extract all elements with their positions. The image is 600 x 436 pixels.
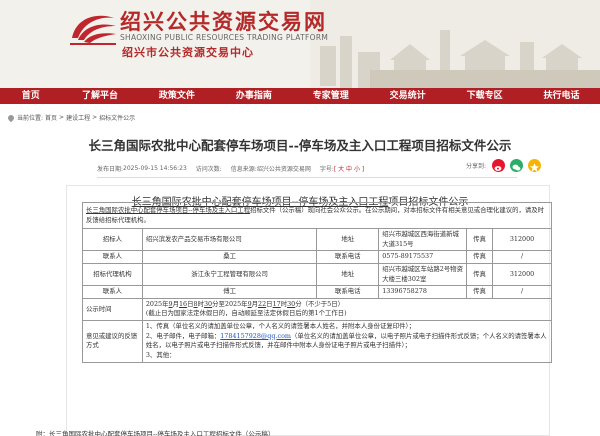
period-label: 公示时间 xyxy=(82,297,143,322)
city-skyline-illustration xyxy=(310,0,600,88)
nav-item-statistics[interactable]: 交易统计 xyxy=(369,88,446,104)
tenderer-fax: 312000 xyxy=(492,228,552,252)
share-label: 分享到: xyxy=(466,163,487,170)
table-row: 招标人 绍兴滨发农产品交易市场有限公司 地址 绍兴市越城区西海街道新城大道315… xyxy=(82,228,552,252)
page-title: 长三角国际农批中心配套停车场项目--停车场及主入口工程项目招标文件公示 xyxy=(88,138,512,153)
period-value: 2025年9月16日8时30分至2025年9月22日17时30分（不少于5日） … xyxy=(141,297,553,322)
period-note: (截止日为国家法定休假日的，自动顺延至法定休假日后的第1个工作日) xyxy=(145,309,347,318)
site-subtitle: 绍兴市公共资源交易中心 xyxy=(122,46,254,59)
table-row: 联系人 桑工 联系电话 0575-89175537 传真 / xyxy=(82,250,552,265)
nav-item-about[interactable]: 了解平台 xyxy=(62,88,139,104)
feedback-other: 3、其他： xyxy=(145,350,176,359)
breadcrumb-current[interactable]: 招标文件公示 xyxy=(99,113,135,122)
table-row: 招标代理机构 浙江永宁工程管理有限公司 地址 绍兴市越城区车站路2号物资大楼三楼… xyxy=(82,263,552,287)
nav-item-phone[interactable]: 扶行电话 xyxy=(523,88,600,104)
publish-date-label: 发布日期: xyxy=(97,166,124,173)
tenderer-label: 招标人 xyxy=(82,228,143,252)
weibo-icon[interactable] xyxy=(492,159,506,172)
breadcrumb-sep: > xyxy=(59,114,65,121)
agency-label: 招标代理机构 xyxy=(82,263,143,287)
table-row: 意见或建议的反馈方式 1、传真（单位名义的请加盖单位公章，个人名义的请签署本人姓… xyxy=(82,320,553,363)
publish-date: 2025-09-15 14:56:23 xyxy=(123,165,187,172)
breadcrumb-construction[interactable]: 建设工程 xyxy=(66,113,90,122)
main-nav: 首页 了解平台 政策文件 办事指南 专家管理 交易统计 下载专区 扶行电话 xyxy=(0,88,600,104)
nav-item-experts[interactable]: 专家管理 xyxy=(292,88,369,104)
site-title: 绍兴公共资源交易网 xyxy=(120,9,327,34)
feedback-label: 意见或建议的反馈方式 xyxy=(82,320,143,363)
agency-contact: 傅工 xyxy=(141,285,318,299)
nav-item-downloads[interactable]: 下载专区 xyxy=(446,88,523,104)
agency-contact-fax: / xyxy=(492,285,552,299)
site-logo-icon[interactable] xyxy=(66,8,120,48)
tenderer-name: 绍兴滨发农产品交易市场有限公司 xyxy=(141,228,318,252)
tenderer-contact: 桑工 xyxy=(141,250,318,265)
divider xyxy=(97,177,517,178)
site-english-title: SHAOXING PUBLIC RESOURCES TRADING PLATFO… xyxy=(120,33,329,42)
source-label: 信息来源: xyxy=(230,166,257,173)
fax-label: 传真 xyxy=(466,228,494,252)
breadcrumb-sep: > xyxy=(92,114,98,121)
font-size-label: 字号: xyxy=(319,166,334,173)
article-meta: 发布日期: 2025-09-15 14:56:23 访问次数: 信息来源: 绍兴… xyxy=(97,164,364,173)
intro-project: 长三角国际农批中心配套停车场项目--停车场及主入口工程 xyxy=(86,206,251,214)
feedback-value: 1、传真（单位名义的请加盖单位公章，个人名义的请签署本人姓名，并附本人身份证复印… xyxy=(141,320,553,363)
table-row: 长三角国际农批中心配套停车场项目--停车场及主入口工程招标文件（公示稿）现向社会… xyxy=(82,201,552,230)
table-row: 公示时间 2025年9月16日8时30分至2025年9月22日17时30分（不少… xyxy=(82,297,553,322)
attachment-link[interactable]: 附：长三角国际农批中心配套停车场项目--停车场及主入口工程招标文件（公示稿） xyxy=(36,428,274,436)
phone-label: 联系电话 xyxy=(316,250,380,265)
tenderer-address: 绍兴市越城区西海街道新城大道315号 xyxy=(378,228,468,252)
nav-item-home[interactable]: 首页 xyxy=(0,88,62,104)
agency-fax: 312000 xyxy=(492,263,552,287)
fax-label: 传真 xyxy=(466,285,494,299)
nav-item-policy[interactable]: 政策文件 xyxy=(138,88,215,104)
wechat-icon[interactable] xyxy=(510,159,524,172)
breadcrumb-prefix: 当前位置: xyxy=(17,115,44,122)
agency-name: 浙江永宁工程管理有限公司 xyxy=(141,263,318,287)
site-header: 绍兴公共资源交易网 SHAOXING PUBLIC RESOURCES TRAD… xyxy=(0,0,600,88)
font-size-options[interactable]: [ 大 中 小 ] xyxy=(334,164,364,173)
share-bar: 分享到: xyxy=(466,159,546,172)
location-pin-icon xyxy=(6,113,16,122)
tenderer-phone: 0575-89175537 xyxy=(378,250,468,265)
table-row: 联系人 傅工 联系电话 13396758278 传真 / xyxy=(82,285,552,299)
breadcrumb: 当前位置: 首页 > 建设工程 > 招标文件公示 xyxy=(6,113,137,122)
qzone-icon[interactable] xyxy=(528,159,542,172)
tenderer-contact-fax: / xyxy=(492,250,552,265)
contact-label: 联系人 xyxy=(82,250,143,265)
contact-label: 联系人 xyxy=(82,285,143,299)
nav-item-guide[interactable]: 办事指南 xyxy=(215,88,292,104)
agency-phone: 13396758278 xyxy=(378,285,468,299)
feedback-email-link[interactable]: 1784157928@qq.com xyxy=(220,332,291,340)
phone-label: 联系电话 xyxy=(316,285,380,299)
fax-label: 传真 xyxy=(466,263,494,287)
feedback-fax: 1、传真（单位名义的请加盖单位公章，个人名义的请签署本人姓名，并附本人身份证复印… xyxy=(145,322,416,331)
fax-label: 传真 xyxy=(466,250,494,265)
agency-address: 绍兴市越城区车站路2号物资大楼三楼302室 xyxy=(378,263,468,287)
intro-cell: 长三角国际农批中心配套停车场项目--停车场及主入口工程招标文件（公示稿）现向社会… xyxy=(82,201,552,230)
breadcrumb-home[interactable]: 首页 xyxy=(45,113,57,122)
address-label: 地址 xyxy=(316,263,380,287)
views-label: 访问次数: xyxy=(195,166,222,173)
source-value: 绍兴公共资源交易网 xyxy=(256,166,311,173)
address-label: 地址 xyxy=(316,228,380,252)
tender-info-table: 长三角国际农批中心配套停车场项目--停车场及主入口工程招标文件（公示稿）现向社会… xyxy=(82,201,553,363)
